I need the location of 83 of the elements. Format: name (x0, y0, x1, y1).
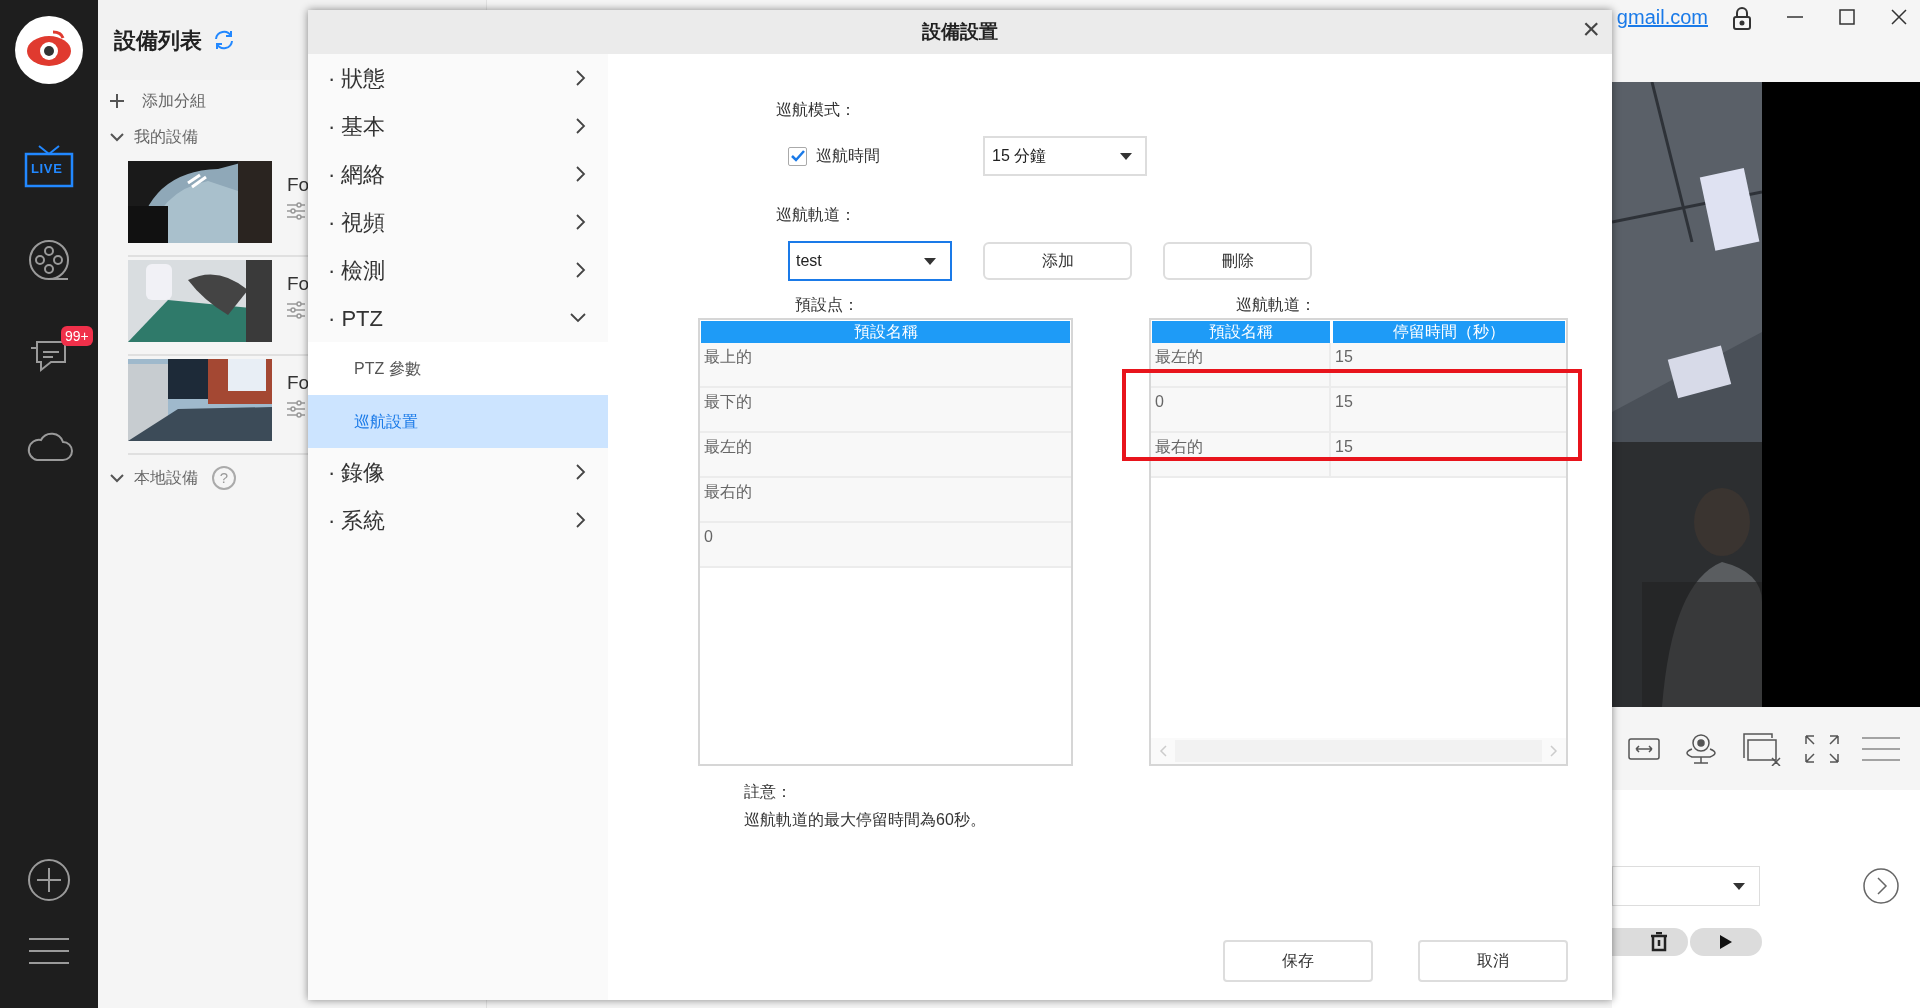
table-cell-text: 最右的 (703, 482, 753, 502)
lock-icon[interactable] (1732, 6, 1752, 30)
table-cell-text: 最下的 (703, 392, 753, 412)
play-button[interactable] (1690, 928, 1762, 956)
account-link[interactable]: gmail.com (1616, 2, 1708, 32)
nav-item[interactable]: · PTZ (308, 294, 608, 342)
cancel-button[interactable]: 取消 (1418, 940, 1568, 982)
table-cell: 15 (1329, 388, 1566, 431)
table-cell-text: 最右的 (1154, 437, 1204, 457)
nav-item[interactable]: · 基本 (308, 102, 608, 150)
play-icon (1720, 935, 1732, 949)
close-button[interactable]: × (1582, 14, 1600, 44)
column-header: 停留時間（秒） (1333, 321, 1565, 343)
table-label: 預設点： (795, 295, 859, 315)
sliders-icon[interactable] (287, 400, 305, 418)
film-reel-icon (27, 238, 71, 282)
next-icon[interactable] (1863, 868, 1899, 904)
table-cell-text: 最左的 (703, 437, 753, 457)
chevron-icon (576, 70, 586, 86)
nav-subitem[interactable]: PTZ 參數 (308, 342, 608, 395)
sliders-icon[interactable] (287, 202, 305, 220)
chevron-icon (576, 464, 586, 480)
panel-title: 設備列表 (114, 26, 202, 55)
nav-item[interactable]: · 網絡 (308, 150, 608, 198)
maximize-icon[interactable] (1838, 8, 1856, 26)
chevron-icon (576, 214, 586, 230)
chevron-icon (576, 262, 586, 278)
caret-icon (924, 257, 936, 265)
table-cell-text: 最上的 (703, 347, 753, 367)
sliders-icon[interactable] (287, 301, 305, 319)
nav-item[interactable]: · 視頻 (308, 198, 608, 246)
column-header: 預設名稱 (1152, 321, 1330, 343)
trash-icon (1650, 932, 1668, 952)
group-toggle[interactable]: 我的設備 (98, 122, 198, 152)
column-header: 預設名稱 (701, 321, 1070, 343)
chevron-icon (576, 166, 586, 182)
nav-item[interactable]: · 錄像 (308, 448, 608, 496)
plus-icon (110, 94, 124, 108)
app-logo (15, 16, 83, 84)
badge: 99+ (61, 326, 93, 346)
device-name: Fo (287, 373, 310, 392)
nav-item[interactable]: · 系統 (308, 496, 608, 544)
checkbox-label[interactable]: 巡航時間 (816, 144, 880, 168)
delete-button[interactable]: 刪除 (1163, 242, 1312, 280)
close-icon[interactable] (1890, 8, 1908, 26)
chevron-icon (570, 313, 586, 323)
tv-icon (23, 144, 75, 188)
nav-item[interactable]: · 狀態 (308, 54, 608, 102)
dialog-title: 設備設置 (922, 19, 998, 44)
device-name: Fo (287, 175, 310, 194)
section-label: 巡航模式： (776, 100, 856, 120)
table-label: 巡航軌道： (1236, 295, 1316, 315)
table-cell-text: 最左的 (1154, 347, 1204, 367)
nav-item[interactable]: · 檢測 (308, 246, 608, 294)
fullscreen-icon[interactable] (1804, 733, 1840, 764)
checkbox[interactable] (788, 146, 807, 166)
caret-icon (1120, 152, 1132, 160)
stretch-icon[interactable] (1628, 737, 1660, 760)
table-cell-text: 0 (703, 527, 714, 547)
windows-close-icon[interactable] (1742, 731, 1782, 766)
menu-icon[interactable] (29, 938, 69, 964)
track-select[interactable]: test (788, 241, 952, 281)
chevron-icon (110, 473, 124, 483)
duration-select[interactable]: 15 分鐘 (983, 136, 1147, 176)
note-text: 巡航軌道的最大停留時間為60秒。 (744, 810, 986, 830)
chevron-icon (110, 132, 124, 142)
chevron-icon (576, 118, 586, 134)
table-cell: 15 (1329, 343, 1566, 386)
section-label: 巡航軌道： (776, 205, 856, 225)
add-icon[interactable] (27, 858, 71, 902)
refresh-icon[interactable] (212, 29, 236, 51)
device-name: Fo (287, 274, 310, 293)
table-cell: 15 (1329, 433, 1566, 476)
add-group-button[interactable]: 添加分組 (98, 80, 206, 122)
chevron-icon (576, 512, 586, 528)
note-label: 註意： (744, 782, 792, 802)
table-cell-text: 0 (1154, 392, 1165, 412)
save-button[interactable]: 保存 (1223, 940, 1373, 982)
delete-button[interactable] (1612, 928, 1688, 956)
group-toggle[interactable]: 本地設備 ? (98, 463, 236, 493)
live-tab[interactable]: LIVE (9, 136, 89, 196)
add-button[interactable]: 添加 (983, 242, 1132, 280)
caret-icon (1733, 882, 1745, 890)
